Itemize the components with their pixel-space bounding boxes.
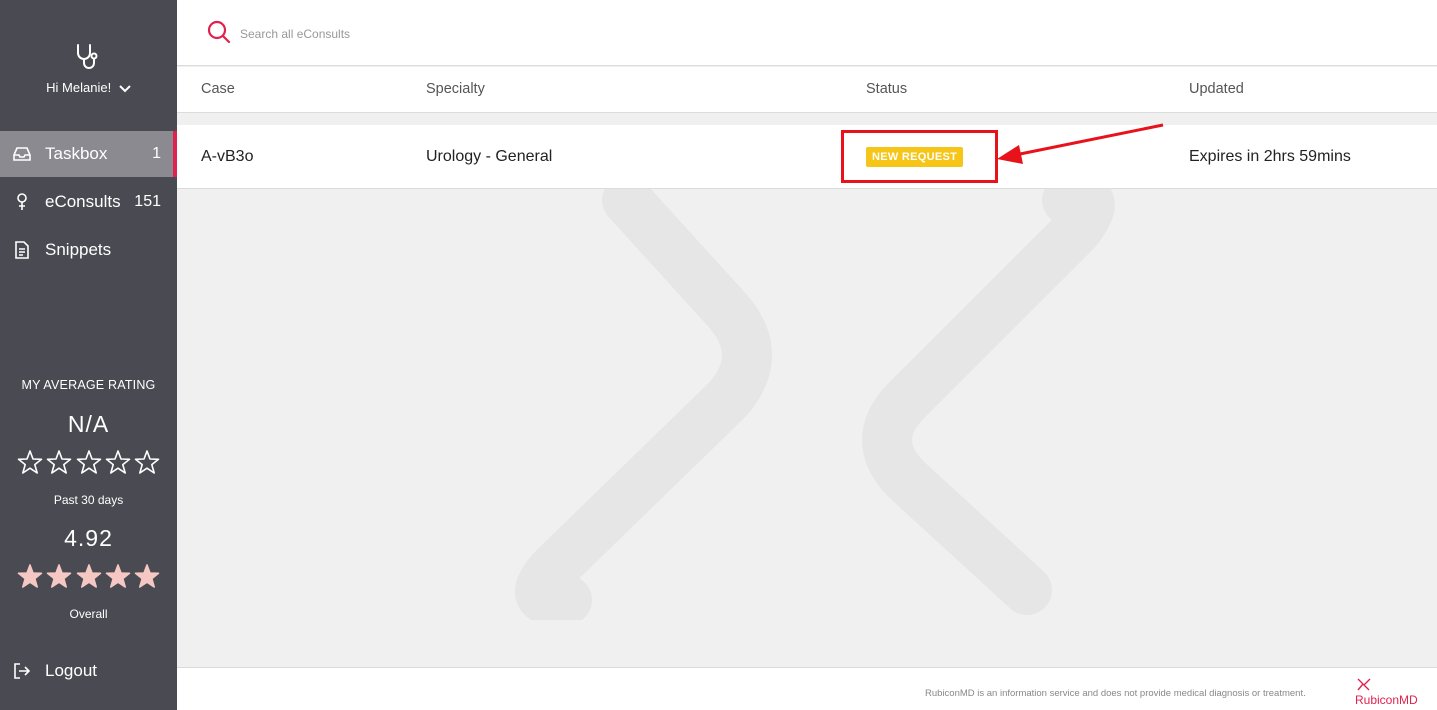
greeting-label: Hi Melanie! xyxy=(46,80,112,95)
star-filled-icon xyxy=(17,564,43,588)
column-header-updated[interactable]: Updated xyxy=(1189,81,1244,97)
column-header-specialty[interactable]: Specialty xyxy=(426,81,485,97)
rubicon-watermark-icon xyxy=(515,173,1115,620)
star-filled-icon xyxy=(105,564,131,588)
status-badge: NEW REQUEST xyxy=(866,147,964,167)
updated-time: Expires in 2hrs 59mins xyxy=(1189,148,1351,165)
star-outline-icon xyxy=(134,450,160,474)
sidebar-item-label: Snippets xyxy=(45,240,112,259)
sidebar-item-taskbox[interactable]: Taskbox 1 xyxy=(0,131,177,177)
sidebar-item-snippets[interactable]: Snippets xyxy=(0,227,177,273)
search-input[interactable] xyxy=(240,22,740,46)
footer: RubiconMD is an information service and … xyxy=(177,667,1437,710)
user-menu[interactable]: Hi Melanie! xyxy=(0,80,177,95)
document-icon xyxy=(12,240,32,260)
brand-name: RubiconMD xyxy=(1355,693,1418,707)
rating-title: MY AVERAGE RATING xyxy=(21,378,156,392)
star-outline-icon xyxy=(17,450,43,474)
stethoscope-icon xyxy=(12,192,32,212)
specialty: Urology - General xyxy=(426,148,553,165)
chevron-down-icon xyxy=(119,84,131,92)
disclaimer: RubiconMD is an information service and … xyxy=(925,688,1306,699)
logout-button[interactable]: Logout xyxy=(0,650,177,692)
econsults-count: 151 xyxy=(134,193,161,210)
search-bar xyxy=(177,0,1437,66)
sidebar-item-econsults[interactable]: eConsults 151 xyxy=(0,179,177,225)
recent-rating-stars xyxy=(17,449,160,475)
table-row[interactable]: A-vB3o Urology - General NEW REQUEST Exp… xyxy=(177,125,1437,189)
taskbox-count: 1 xyxy=(152,145,161,162)
column-header-case[interactable]: Case xyxy=(201,81,235,97)
star-filled-icon xyxy=(134,564,160,588)
recent-rating-value: N/A xyxy=(67,411,110,437)
main-content: Case Specialty Status Updated A-vB3o Uro… xyxy=(177,0,1437,710)
sidebar: Hi Melanie! Taskbox 1 eConsults 151 Snip… xyxy=(0,0,177,710)
inbox-icon xyxy=(12,144,32,164)
overall-rating-stars xyxy=(17,563,160,589)
search-icon[interactable] xyxy=(207,20,231,44)
star-filled-icon xyxy=(76,564,101,588)
star-outline-icon xyxy=(46,450,72,474)
rubicon-logo-icon xyxy=(1357,678,1371,691)
annotation-arrow-icon xyxy=(997,123,1164,164)
logout-icon xyxy=(14,663,31,679)
overall-rating-value: 4.92 xyxy=(64,525,113,551)
star-outline-icon xyxy=(76,450,101,474)
column-header-status[interactable]: Status xyxy=(866,81,907,97)
overall-rating-label: Overall xyxy=(69,607,108,621)
sidebar-item-label: eConsults xyxy=(45,192,121,211)
recent-rating-period: Past 30 days xyxy=(53,493,124,507)
case-id: A-vB3o xyxy=(201,148,254,165)
sidebar-item-label: Taskbox xyxy=(45,144,108,163)
star-filled-icon xyxy=(46,564,72,588)
stethoscope-logo-icon xyxy=(77,44,98,69)
table-header: Case Specialty Status Updated xyxy=(177,67,1437,113)
star-outline-icon xyxy=(105,450,131,474)
logout-label: Logout xyxy=(45,661,97,680)
